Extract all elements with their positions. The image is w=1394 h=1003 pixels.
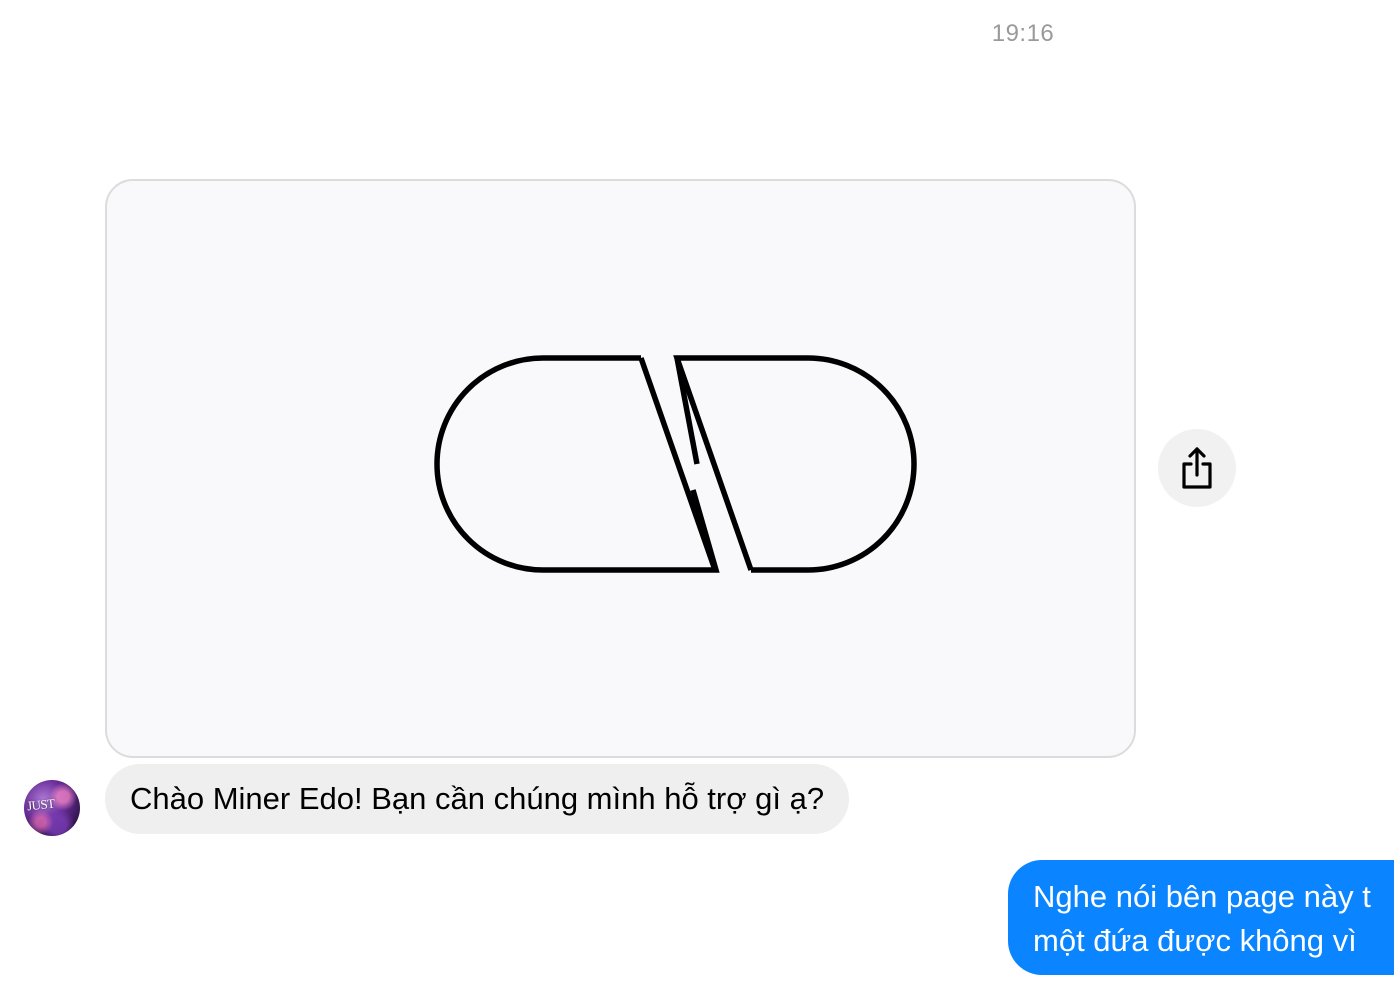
outgoing-message-line: Nghe nói bên page này t	[1033, 879, 1371, 914]
message-timestamp: 19:16	[991, 20, 1055, 47]
outgoing-message-line: một đứa được không vì	[1033, 923, 1357, 958]
attachment-preview-card[interactable]	[105, 179, 1136, 758]
outgoing-message-bubble[interactable]: Nghe nói bên page này t một đứa được khô…	[1008, 860, 1394, 975]
share-icon	[1182, 447, 1212, 489]
share-button[interactable]	[1158, 429, 1236, 507]
capsule-logo-icon	[434, 355, 917, 573]
avatar-lettering: JUST	[26, 795, 56, 814]
incoming-message-bubble[interactable]: Chào Miner Edo! Bạn cần chúng mình hỗ tr…	[105, 764, 850, 834]
sender-avatar[interactable]: JUST	[24, 780, 80, 836]
incoming-message-text: Chào Miner Edo! Bạn cần chúng mình hỗ tr…	[130, 781, 825, 816]
